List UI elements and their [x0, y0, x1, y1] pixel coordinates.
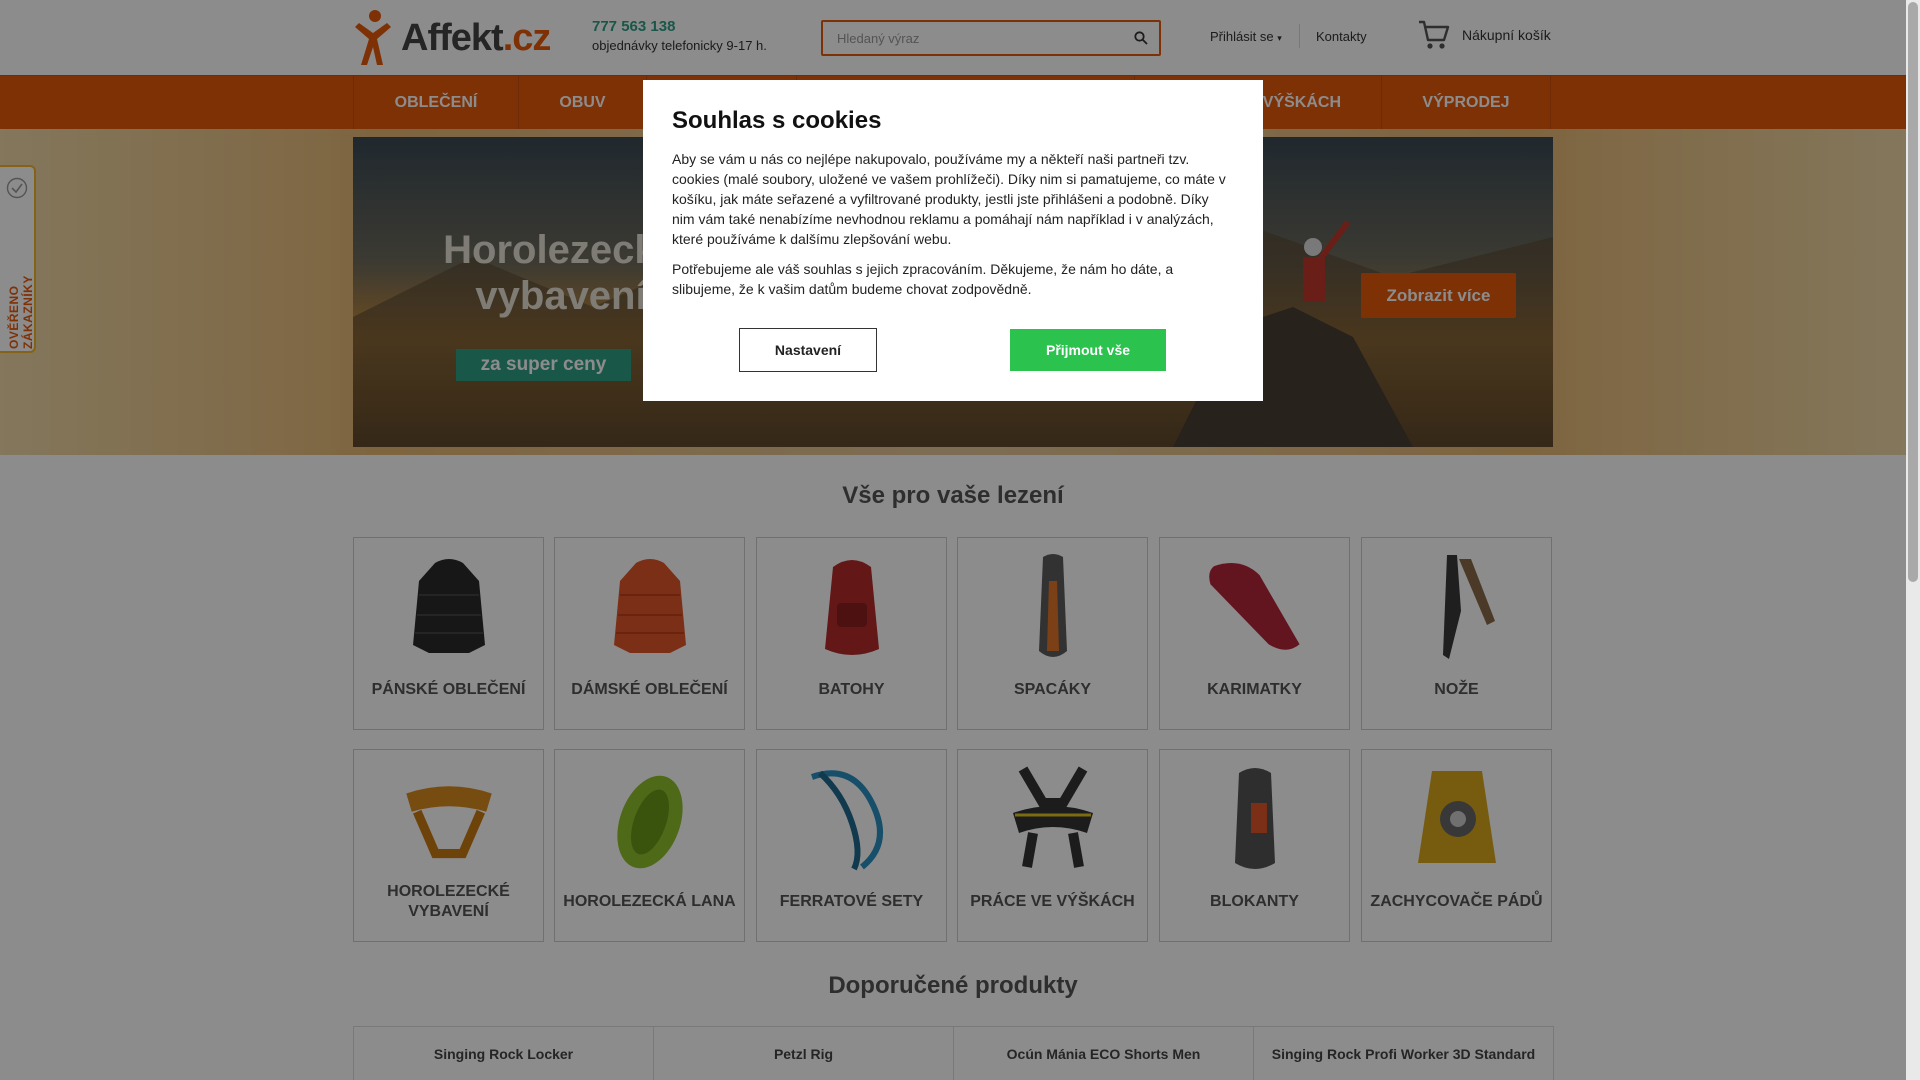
cookie-dialog-text-1: Aby se vám u nás co nejlépe nakupovalo, … [672, 151, 1226, 247]
scrollbar-thumb[interactable] [1908, 2, 1918, 582]
cookie-dialog-title: Souhlas s cookies [672, 107, 882, 134]
cookie-dialog-text-2: Potřebujeme ale váš souhlas s jejich zpr… [672, 261, 1174, 297]
cookie-settings-button[interactable]: Nastavení [739, 328, 877, 372]
cookie-consent-dialog: Souhlas s cookies Aby se vám u nás co ne… [643, 80, 1263, 401]
page-scrollbar[interactable] [1906, 0, 1920, 1080]
cookie-accept-all-button[interactable]: Přijmout vše [1010, 329, 1166, 371]
